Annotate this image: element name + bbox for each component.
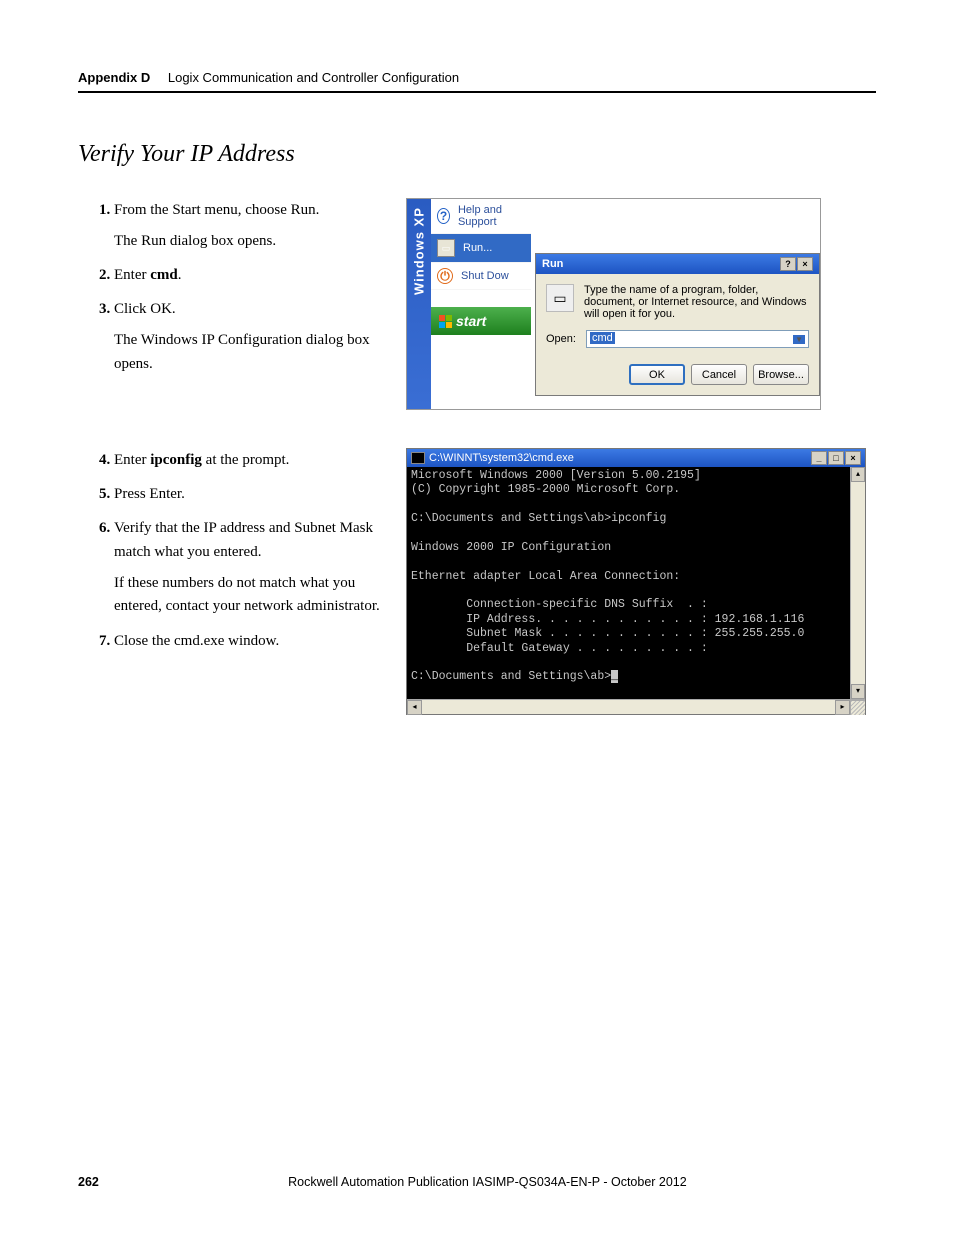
chapter-label: Logix Communication and Controller Confi… <box>168 70 459 85</box>
run-input[interactable]: cmd ▼ <box>586 330 809 348</box>
run-icon: ▭ <box>437 239 455 257</box>
resize-grip-icon <box>850 700 865 715</box>
ok-button[interactable]: OK <box>629 364 685 385</box>
steps-col-2: Enter ipconfig at the prompt. Press Ente… <box>78 448 388 715</box>
screenshot-1: Windows XP ? Help and Support ▭ Run... ⏻… <box>406 198 876 410</box>
page-header: Appendix D Logix Communication and Contr… <box>78 70 876 93</box>
minimize-button[interactable]: _ <box>811 451 827 465</box>
cmd-titlebar: C:\WINNT\system32\cmd.exe _ □ × <box>407 449 865 467</box>
run-dialog: Run ? × ▭ Type the name of a program, fo… <box>535 253 820 396</box>
scroll-left-icon[interactable]: ◂ <box>407 700 422 715</box>
windows-flag-icon <box>439 315 452 328</box>
maximize-button[interactable]: □ <box>828 451 844 465</box>
scroll-down-icon[interactable]: ▾ <box>851 684 865 699</box>
xp-sidebar: Windows XP <box>407 199 431 409</box>
start-item-run[interactable]: ▭ Run... <box>431 234 531 263</box>
cmd-window: C:\WINNT\system32\cmd.exe _ □ × Microsof… <box>406 448 866 715</box>
page-footer: 262 Rockwell Automation Publication IASI… <box>78 1175 876 1189</box>
step-3: Click OK. The Windows IP Configuration d… <box>114 297 388 376</box>
step-6: Verify that the IP address and Subnet Ma… <box>114 516 388 619</box>
help-button[interactable]: ? <box>780 257 796 271</box>
step-1: From the Start menu, choose Run. The Run… <box>114 198 388 253</box>
scroll-right-icon[interactable]: ▸ <box>835 700 850 715</box>
scroll-up-icon[interactable]: ▴ <box>851 467 865 482</box>
cancel-button[interactable]: Cancel <box>691 364 747 385</box>
start-item-help[interactable]: ? Help and Support <box>431 199 531 234</box>
step-5: Press Enter. <box>114 482 388 506</box>
section-title: Verify Your IP Address <box>78 141 876 168</box>
close-button[interactable]: × <box>797 257 813 271</box>
start-item-shutdown[interactable]: ⏻ Shut Dow <box>431 263 531 290</box>
step-2: Enter cmd. <box>114 263 388 287</box>
cmd-icon <box>411 452 425 464</box>
run-dialog-titlebar: Run ? × <box>536 254 819 274</box>
content-block-2: Enter ipconfig at the prompt. Press Ente… <box>78 448 876 715</box>
browse-button[interactable]: Browse... <box>753 364 809 385</box>
appendix-label: Appendix D <box>78 70 150 85</box>
open-label: Open: <box>546 333 578 345</box>
start-run-screenshot: Windows XP ? Help and Support ▭ Run... ⏻… <box>406 198 821 410</box>
step-4: Enter ipconfig at the prompt. <box>114 448 388 472</box>
step-7: Close the cmd.exe window. <box>114 629 388 653</box>
publication-info: Rockwell Automation Publication IASIMP-Q… <box>99 1175 876 1189</box>
start-menu-list: ? Help and Support ▭ Run... ⏻ Shut Dow <box>431 199 531 290</box>
run-description: Type the name of a program, folder, docu… <box>584 284 809 320</box>
start-button[interactable]: start <box>431 307 531 335</box>
screenshot-2: C:\WINNT\system32\cmd.exe _ □ × Microsof… <box>406 448 876 715</box>
help-icon: ? <box>437 208 450 224</box>
content-block-1: From the Start menu, choose Run. The Run… <box>78 198 876 410</box>
shutdown-icon: ⏻ <box>437 268 453 284</box>
dropdown-caret-icon[interactable]: ▼ <box>793 335 805 344</box>
steps-col-1: From the Start menu, choose Run. The Run… <box>78 198 388 410</box>
vertical-scrollbar[interactable]: ▴ ▾ <box>850 467 865 699</box>
cmd-output: Microsoft Windows 2000 [Version 5.00.219… <box>407 467 850 699</box>
close-button[interactable]: × <box>845 451 861 465</box>
run-dialog-icon: ▭ <box>546 284 574 312</box>
page-number: 262 <box>78 1175 99 1189</box>
horizontal-scrollbar[interactable]: ◂ ▸ <box>407 699 865 714</box>
